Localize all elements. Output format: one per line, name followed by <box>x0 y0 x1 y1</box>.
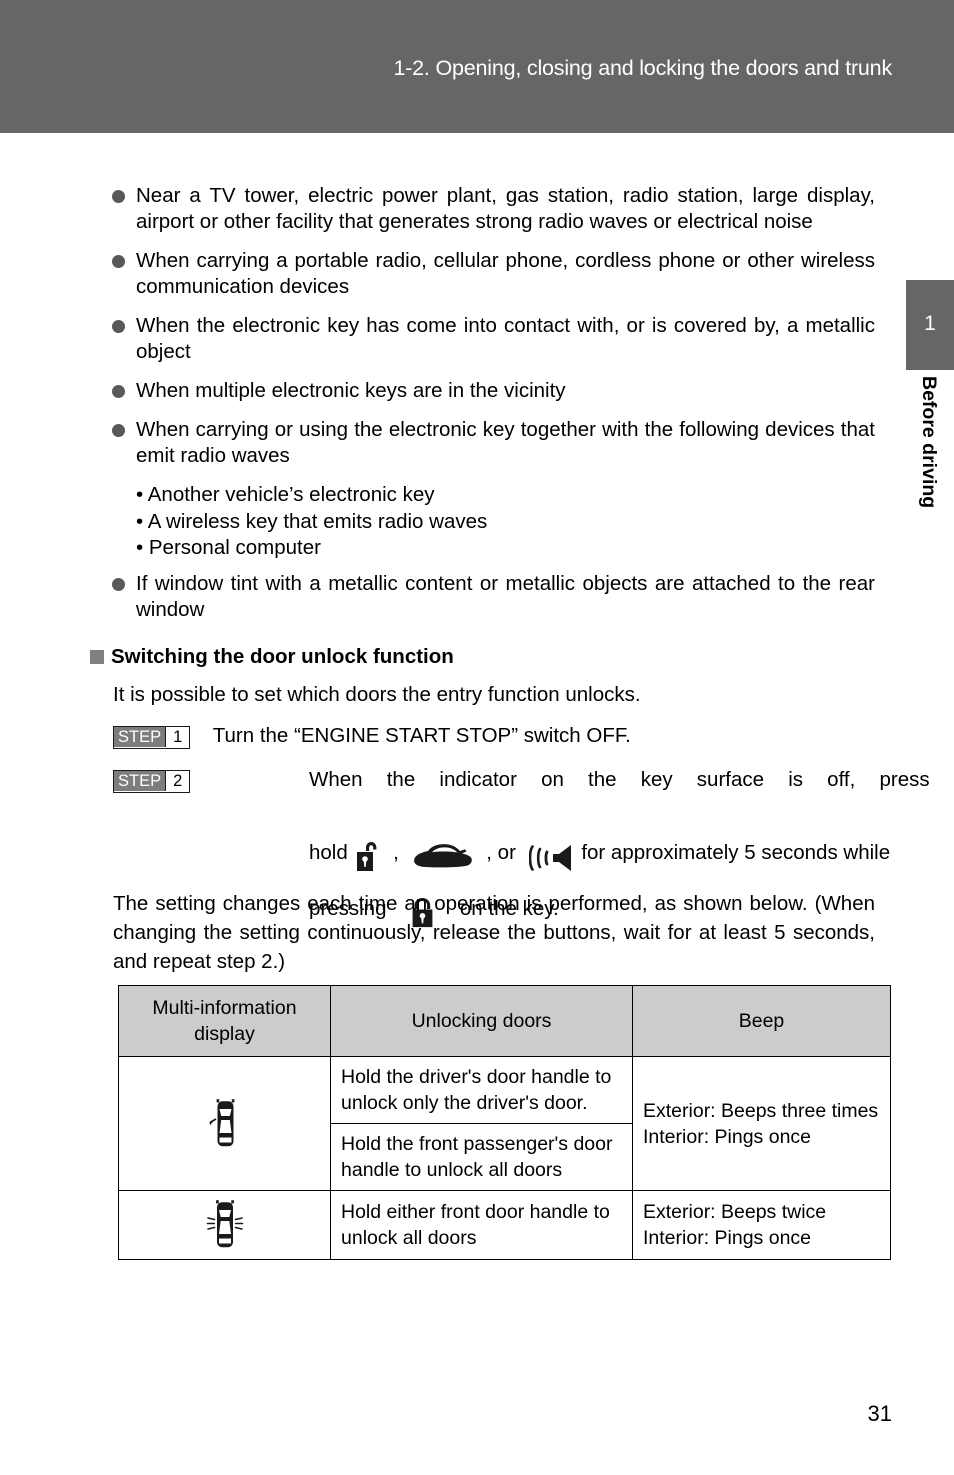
step-2-badge: STEP 2 <box>113 770 191 793</box>
step-2-row: STEP 2 When the indicator on the key surf… <box>113 767 954 928</box>
trunk-open-car-icon <box>412 842 474 872</box>
sub-list-item: • Personal computer <box>136 536 321 559</box>
step-1-badge-number: 1 <box>165 727 190 747</box>
sub-list-item: • A wireless key that emits radio waves <box>136 509 488 533</box>
list-item-text: When carrying a portable radio, cellular… <box>136 249 875 298</box>
table-cell-beep-1-text: Exterior: Beeps three times Interior: Pi… <box>643 1099 879 1148</box>
list-item: If window tint with a metallic content o… <box>112 571 875 623</box>
square-marker-icon <box>90 650 104 664</box>
note-paragraph: The setting changes each time an operati… <box>113 892 875 973</box>
chapter-tab-number: 1 <box>924 312 936 335</box>
list-item-text: If window tint with a metallic content o… <box>136 571 875 621</box>
bullet-dot-icon <box>112 320 125 333</box>
car-top-both-doors-icon <box>202 1198 248 1252</box>
table-header-display: Multi-information display <box>118 985 331 1057</box>
list-item: When the electronic key has come into co… <box>112 313 875 365</box>
table-header-row: Multi-information display Unlocking door… <box>118 985 891 1057</box>
page-header-band: 1-2. Opening, closing and locking the do… <box>0 0 954 133</box>
step-2-separator-1: , <box>393 841 399 864</box>
precaution-bullet-list: Near a TV tower, electric power plant, g… <box>112 183 875 636</box>
unlock-settings-table: Multi-information display Unlocking door… <box>118 985 891 1260</box>
table-header-unlocking: Unlocking doors <box>330 985 633 1057</box>
step-2-line-2: hold , , or for approximately 5 seconds … <box>309 831 954 875</box>
table-cell-unlocking-2: Hold either front door handle to unlock … <box>330 1190 633 1260</box>
bullet-dot-icon <box>112 190 125 203</box>
sub-bullet-list: • Another vehicle’s electronic key • A w… <box>112 482 875 562</box>
step-2-line-1: When the indicator on the key surface is… <box>309 768 954 791</box>
step-1-text: Turn the “ENGINE START STOP” switch OFF. <box>212 724 631 747</box>
table-cell-display-icon-2 <box>118 1190 331 1260</box>
step-1-badge: STEP 1 <box>113 726 191 749</box>
section-heading-text: Switching the door unlock function <box>111 645 454 668</box>
step-2-badge-number: 2 <box>165 771 190 791</box>
car-top-driver-door-icon <box>208 1097 242 1151</box>
step-1-badge-label: STEP <box>114 727 166 747</box>
page-content: Near a TV tower, electric power plant, g… <box>0 133 954 1475</box>
table-row: Hold the driver's door handle to unlock … <box>118 1056 891 1191</box>
list-item-text: Near a TV tower, electric power plant, g… <box>136 184 875 233</box>
table-cell-beep-1: Exterior: Beeps three times Interior: Pi… <box>632 1056 891 1191</box>
list-item: When carrying a portable radio, cellular… <box>112 248 875 300</box>
list-item: When carrying or using the electronic ke… <box>112 417 875 469</box>
step-2-duration-text: for approximately 5 seconds while <box>581 841 891 864</box>
bullet-dot-icon <box>112 577 125 591</box>
page-number: 31 <box>867 1401 892 1426</box>
table-cell-display-icon-1 <box>118 1056 331 1191</box>
sub-list-item: • Another vehicle’s electronic key <box>136 483 435 506</box>
bullet-dot-icon <box>112 255 125 268</box>
table-cell-unlocking-1a: Hold the driver's door handle to unlock … <box>330 1056 633 1124</box>
list-item-text: When the electronic key has come into co… <box>136 314 875 363</box>
horn-sound-icon <box>528 843 573 873</box>
table-cell-beep-2-text: Exterior: Beeps twice Interior: Pings on… <box>643 1201 827 1249</box>
bullet-dot-icon <box>112 424 125 437</box>
step-2-badge-label: STEP <box>114 771 166 791</box>
table-cell-beep-2: Exterior: Beeps twice Interior: Pings on… <box>632 1190 891 1260</box>
page-header-title: 1-2. Opening, closing and locking the do… <box>393 56 892 80</box>
list-item-text: When carrying or using the electronic ke… <box>136 418 875 467</box>
step-1-row: STEP 1 Turn the “ENGINE START STOP” switc… <box>113 723 875 749</box>
chapter-tab: 1 <box>906 280 954 370</box>
section-intro-text: It is possible to set which doors the en… <box>113 683 641 706</box>
bullet-dot-icon <box>112 385 125 398</box>
list-item: Near a TV tower, electric power plant, g… <box>112 183 875 235</box>
table-header-beep: Beep <box>632 985 891 1057</box>
step-2-hold-label: hold <box>309 841 348 864</box>
step-2-separator-2: , or <box>486 841 516 864</box>
chapter-tab-label: Before driving <box>918 376 940 509</box>
table-cell-unlocking-1b: Hold the front passenger's door handle t… <box>330 1123 633 1191</box>
list-item: When multiple electronic keys are in the… <box>112 378 875 404</box>
unlock-padlock-icon <box>355 840 381 873</box>
table-row: Hold either front door handle to unlock … <box>118 1190 891 1260</box>
list-item-text: When multiple electronic keys are in the… <box>136 379 566 402</box>
section-heading: Switching the door unlock function <box>90 645 454 669</box>
